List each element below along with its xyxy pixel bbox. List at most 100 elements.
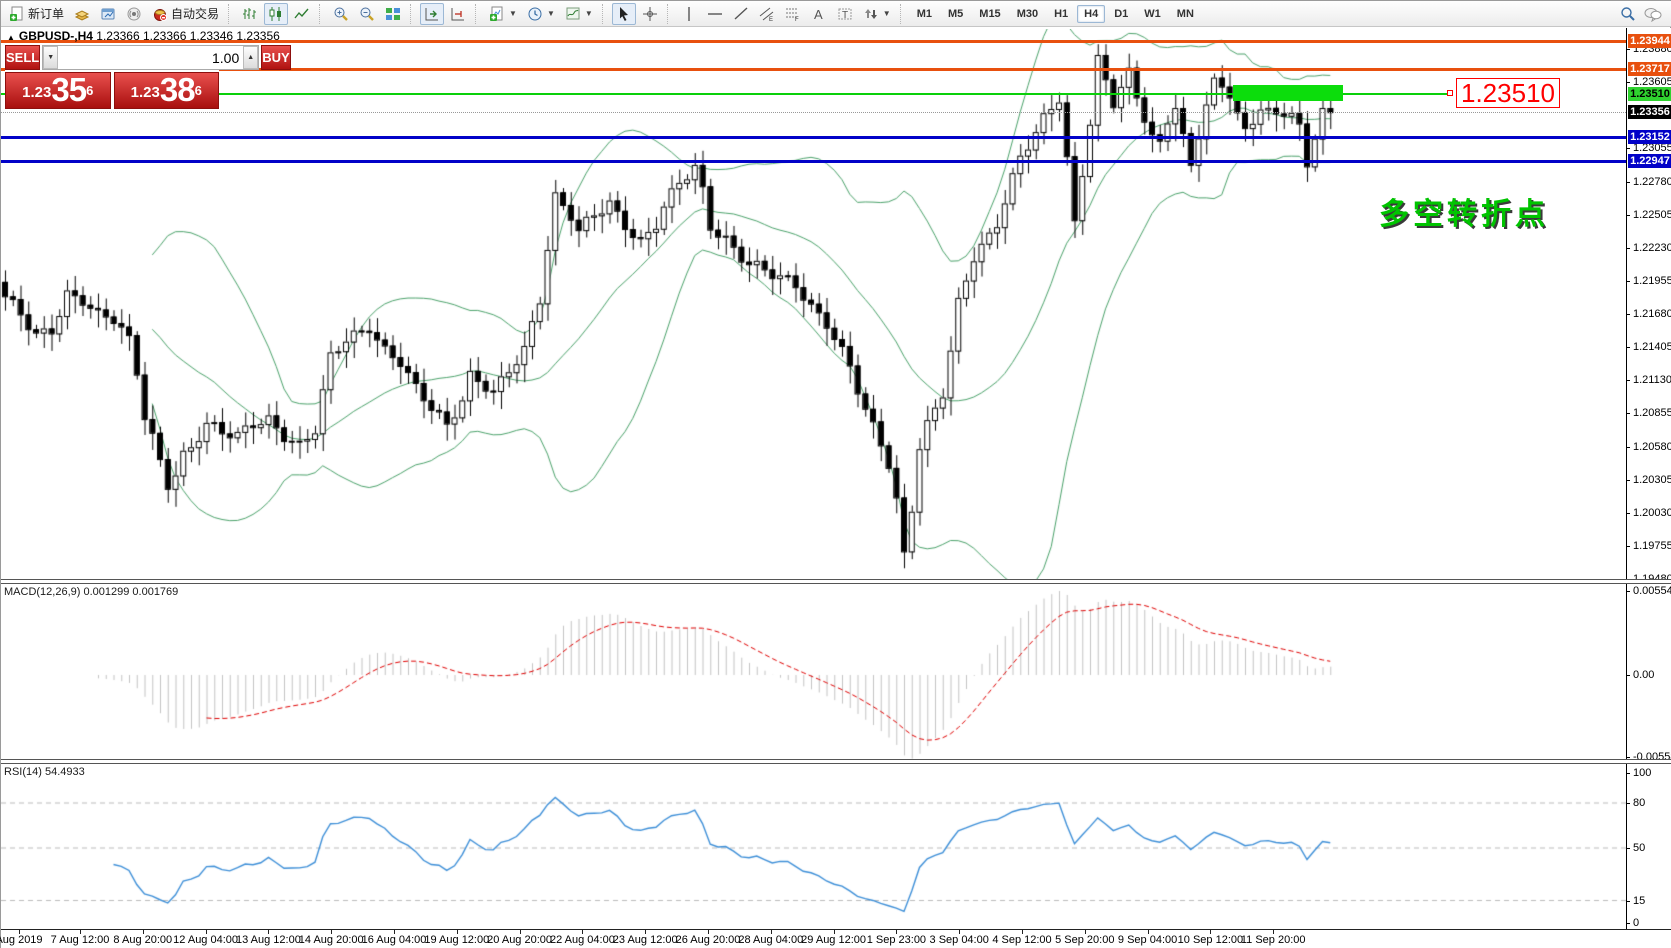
zoom-in-button[interactable]	[329, 3, 353, 25]
time-axis-label: 11 Sep 20:00	[1241, 934, 1306, 946]
axis-tick-label: 1.20030	[1633, 507, 1671, 519]
level-line-1.22947[interactable]	[1, 160, 1626, 163]
zoom-out-button[interactable]	[355, 3, 379, 25]
fibonacci-tool-button[interactable]: F	[781, 3, 805, 25]
toolbar-separator	[228, 4, 233, 24]
macd-indicator-label: MACD(12,26,9) 0.001299 0.001769	[4, 586, 178, 598]
macd-pane-splitter[interactable]	[1, 579, 1671, 584]
indicators-button[interactable]: ▼	[485, 3, 521, 25]
text-label-icon: T	[837, 6, 853, 22]
price-badge-1.23356: 1.23356	[1628, 105, 1671, 119]
axis-tick-label: 80	[1633, 797, 1671, 809]
timeframe-button-H4[interactable]: H4	[1077, 5, 1105, 23]
line-chart-button[interactable]	[290, 3, 314, 25]
axis-tick-label: 1.20855	[1633, 407, 1671, 419]
buy-button[interactable]: BUY	[261, 45, 290, 70]
timeframe-button-M15[interactable]: M15	[972, 5, 1007, 23]
timeframe-button-H1[interactable]: H1	[1047, 5, 1075, 23]
autotrading-button[interactable]: 自动交易	[148, 3, 223, 25]
level-line-1.23152[interactable]	[1, 136, 1626, 139]
arrows-icon	[863, 6, 879, 22]
volume-up-button[interactable]: ▲	[243, 46, 258, 69]
periods-button[interactable]: ▼	[523, 3, 559, 25]
cursor-icon	[616, 6, 632, 22]
price-badge-1.23152: 1.23152	[1628, 130, 1671, 144]
crosshair-tool-button[interactable]	[638, 3, 662, 25]
channel-tool-button[interactable]: E	[755, 3, 779, 25]
axis-tick-label: 1.20580	[1633, 441, 1671, 453]
navigator-button[interactable]	[96, 3, 120, 25]
mt4-window: 新订单 自动交易	[0, 0, 1671, 948]
bid-price-display[interactable]: 1.23356	[5, 72, 111, 109]
text-tool-button[interactable]: A	[807, 3, 831, 25]
sell-button[interactable]: SELL	[5, 45, 40, 70]
templates-button[interactable]: ▼	[561, 3, 597, 25]
tile-windows-button[interactable]	[381, 3, 405, 25]
templates-icon	[565, 6, 581, 22]
ask-price-display[interactable]: 1.23386	[114, 72, 220, 109]
axis-tick-label: 0.00	[1633, 669, 1671, 681]
search-icon[interactable]	[1620, 6, 1636, 22]
axis-tick-mark	[1626, 215, 1630, 216]
macd-pane-canvas[interactable]	[1, 584, 1626, 759]
chart-shift-button[interactable]	[446, 3, 470, 25]
signals-button[interactable]	[122, 3, 146, 25]
timeframe-group: M1M5M15M30H1H4D1W1MN	[910, 2, 1201, 26]
bid-pipette: 6	[86, 76, 93, 106]
axis-tick-mark	[1626, 182, 1630, 183]
axis-tick-mark	[1626, 82, 1630, 83]
timeframe-button-M5[interactable]: M5	[941, 5, 970, 23]
bid-prefix: 1.23	[22, 80, 51, 106]
volume-input[interactable]	[58, 46, 243, 69]
rsi-pane-canvas[interactable]	[1, 764, 1626, 929]
time-axis-tick	[959, 930, 960, 934]
time-axis[interactable]: Aug 20197 Aug 12:008 Aug 20:0012 Aug 04:…	[1, 929, 1671, 948]
equidistant-channel-icon: E	[759, 6, 775, 22]
bar-chart-button[interactable]	[238, 3, 262, 25]
indicators-icon	[489, 6, 505, 22]
new-order-button[interactable]: 新订单	[5, 3, 68, 25]
timeframe-button-MN[interactable]: MN	[1170, 5, 1201, 23]
axis-tick-label: 50	[1633, 842, 1671, 854]
timeframe-button-M30[interactable]: M30	[1010, 5, 1045, 23]
toolbar-separator	[602, 4, 607, 24]
cursor-tool-button[interactable]	[612, 3, 636, 25]
axis-tick-mark	[1626, 675, 1630, 676]
text-label-tool-button[interactable]: T	[833, 3, 857, 25]
axis-tick-label: 1.22230	[1633, 242, 1671, 254]
callout-anchor-square[interactable]	[1447, 90, 1453, 96]
time-axis-label: 4 Sep 12:00	[992, 934, 1051, 946]
timeframe-button-M1[interactable]: M1	[910, 5, 939, 23]
ask-pipette: 6	[195, 76, 202, 106]
time-axis-tick	[645, 930, 646, 934]
timeframe-button-W1[interactable]: W1	[1137, 5, 1168, 23]
axis-tick-mark	[1626, 757, 1630, 758]
timeframe-button-D1[interactable]: D1	[1107, 5, 1135, 23]
bar-chart-icon	[242, 6, 258, 22]
arrows-tool-button[interactable]: ▼	[859, 3, 895, 25]
axis-tick-mark	[1626, 773, 1630, 774]
current-price-line	[1, 112, 1626, 113]
price-badge-1.23510: 1.23510	[1628, 87, 1671, 101]
axis-tick-label: 1.19755	[1633, 540, 1671, 552]
horizontal-line-icon	[707, 6, 723, 22]
market-watch-button[interactable]	[70, 3, 94, 25]
axis-tick-label: 0.005543	[1633, 585, 1671, 597]
rsi-pane-splitter[interactable]	[1, 759, 1671, 764]
vertical-line-tool-button[interactable]	[677, 3, 701, 25]
resistance-zone-rectangle[interactable]	[1233, 85, 1343, 101]
chart-window: ▲GBPUSD-,H4 1.23366 1.23366 1.23346 1.23…	[1, 28, 1671, 948]
crosshair-icon	[642, 6, 658, 22]
horizontal-line-tool-button[interactable]	[703, 3, 727, 25]
time-axis-tick	[771, 930, 772, 934]
candlestick-chart-button[interactable]	[264, 3, 288, 25]
time-axis-label: 22 Aug 04:00	[550, 934, 615, 946]
chat-icon[interactable]	[1644, 6, 1662, 22]
trendline-tool-button[interactable]	[729, 3, 753, 25]
volume-down-button[interactable]: ▼	[43, 46, 58, 69]
auto-scroll-button[interactable]	[420, 3, 444, 25]
collapse-arrow-icon[interactable]: ▲	[7, 33, 15, 42]
price-callout-label[interactable]: 1.23510	[1456, 78, 1560, 108]
chinese-annotation-label[interactable]: 多空转折点	[1379, 189, 1549, 233]
time-axis-label: 10 Sep 12:00	[1178, 934, 1243, 946]
